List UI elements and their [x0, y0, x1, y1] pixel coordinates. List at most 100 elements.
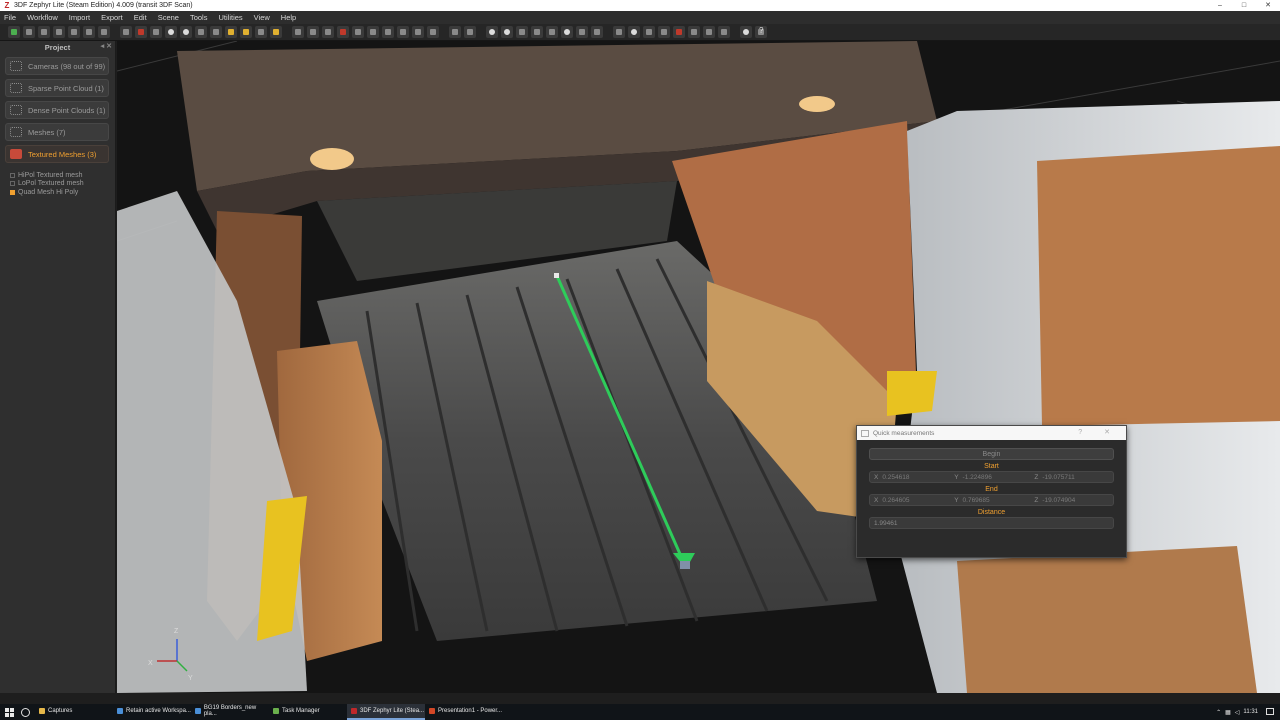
- mesh-checkbox[interactable]: [10, 189, 15, 195]
- open-project-icon[interactable]: [23, 26, 35, 38]
- clock[interactable]: 11:31: [1243, 709, 1258, 715]
- fit-view-icon[interactable]: [210, 26, 222, 38]
- measure-icon[interactable]: [628, 26, 640, 38]
- delete-select-icon[interactable]: [591, 26, 603, 38]
- help-icon[interactable]: ?: [755, 26, 767, 38]
- invert-select-icon[interactable]: [546, 26, 558, 38]
- end-y-field[interactable]: 0.769685: [963, 497, 990, 504]
- menu-tools[interactable]: Tools: [190, 13, 208, 22]
- cube-texture-icon[interactable]: [337, 26, 349, 38]
- mesh-checkbox[interactable]: [10, 172, 15, 178]
- maximize-button[interactable]: □: [1232, 0, 1256, 11]
- begin-measure-button[interactable]: Begin: [869, 448, 1114, 460]
- start-x-field[interactable]: 0.254618: [882, 474, 909, 481]
- taskbar-item-captures[interactable]: Captures: [35, 704, 113, 720]
- view-left-icon[interactable]: [382, 26, 394, 38]
- control-point-icon[interactable]: [643, 26, 655, 38]
- rotate-icon[interactable]: [180, 26, 192, 38]
- grow-select-icon[interactable]: [561, 26, 573, 38]
- box-select-icon[interactable]: [516, 26, 528, 38]
- shrink-select-icon[interactable]: [576, 26, 588, 38]
- new-project-icon[interactable]: [8, 26, 20, 38]
- distance-field[interactable]: 1.99461: [869, 517, 1114, 529]
- dialog-titlebar[interactable]: Quick measurements ? ✕: [857, 426, 1126, 440]
- network-icon[interactable]: ▦: [1225, 709, 1231, 716]
- project-item-cameras[interactable]: Cameras (98 out of 99): [5, 57, 109, 75]
- pivot-icon[interactable]: [240, 26, 252, 38]
- camera-tool-icon[interactable]: [83, 26, 95, 38]
- project-item-sparse-point-cloud[interactable]: Sparse Point Cloud (1): [5, 79, 109, 97]
- clip-box-icon[interactable]: [613, 26, 625, 38]
- triangle-icon[interactable]: [255, 26, 267, 38]
- minimize-button[interactable]: –: [1208, 0, 1232, 11]
- cube-solid-icon[interactable]: [322, 26, 334, 38]
- taskbar-item-task-manager[interactable]: Task Manager: [269, 704, 347, 720]
- view-right-icon[interactable]: [397, 26, 409, 38]
- render-icon[interactable]: [718, 26, 730, 38]
- start-button[interactable]: [0, 704, 18, 720]
- 3d-viewport[interactable]: Z X Y: [117, 41, 1280, 693]
- menu-import[interactable]: Import: [69, 13, 90, 22]
- menu-view[interactable]: View: [254, 13, 270, 22]
- animation-icon[interactable]: [688, 26, 700, 38]
- task-manager-icon: [273, 708, 279, 714]
- taskbar-item-powerpoint[interactable]: Presentation1 - Power...: [425, 704, 503, 720]
- menu-edit[interactable]: Edit: [134, 13, 147, 22]
- select-icon[interactable]: [486, 26, 498, 38]
- grid-dots-icon[interactable]: [292, 26, 304, 38]
- import-icon[interactable]: [68, 26, 80, 38]
- taskbar-item-bg19[interactable]: BG19 Borders_new pla...: [191, 704, 269, 720]
- orbit-icon[interactable]: [165, 26, 177, 38]
- texture-icon[interactable]: [135, 26, 147, 38]
- screenshot-icon[interactable]: [150, 26, 162, 38]
- cube-wire-icon[interactable]: [307, 26, 319, 38]
- project-item-meshes[interactable]: Meshes (7): [5, 123, 109, 141]
- end-z-field[interactable]: -19.074904: [1042, 497, 1075, 504]
- point-cloud-icon[interactable]: [98, 26, 110, 38]
- record-icon[interactable]: [673, 26, 685, 38]
- menu-scene[interactable]: Scene: [158, 13, 179, 22]
- notification-icon[interactable]: [1266, 708, 1274, 715]
- taskbar-item-retain[interactable]: Retain active Workspa...: [113, 704, 191, 720]
- frame-icon[interactable]: [195, 26, 207, 38]
- menu-utilities[interactable]: Utilities: [218, 13, 242, 22]
- project-item-textured-meshes[interactable]: Textured Meshes (3): [5, 145, 109, 163]
- filter-icon[interactable]: [703, 26, 715, 38]
- menu-file[interactable]: File: [4, 13, 16, 22]
- view-top-icon[interactable]: [412, 26, 424, 38]
- dialog-window-controls[interactable]: ? ✕: [1078, 428, 1120, 436]
- save-project-icon[interactable]: [38, 26, 50, 38]
- mesh-icon[interactable]: [120, 26, 132, 38]
- mesh-list-item[interactable]: HiPol Textured mesh: [10, 171, 115, 180]
- view-front-icon[interactable]: [352, 26, 364, 38]
- end-x-field[interactable]: 0.264605: [882, 497, 909, 504]
- view-bottom-icon[interactable]: [427, 26, 439, 38]
- cortana-icon[interactable]: [21, 707, 30, 717]
- start-y-field[interactable]: -1.224896: [963, 474, 992, 481]
- mesh-checkbox[interactable]: [10, 181, 15, 187]
- menu-workflow[interactable]: Workflow: [27, 13, 58, 22]
- project-item-dense-point-clouds[interactable]: Dense Point Clouds (1): [5, 101, 109, 119]
- vr-headset-icon[interactable]: [740, 26, 752, 38]
- undo-icon[interactable]: [449, 26, 461, 38]
- panel-close-icon[interactable]: ◂ ✕: [101, 42, 112, 50]
- tray-chevron-icon[interactable]: ⌃: [1216, 709, 1221, 716]
- volume-icon[interactable]: ◁: [1235, 709, 1240, 716]
- lasso-icon[interactable]: [501, 26, 513, 38]
- redo-icon[interactable]: [464, 26, 476, 38]
- mesh-list-item[interactable]: LoPol Textured mesh: [10, 180, 115, 189]
- pencil-icon[interactable]: [270, 26, 282, 38]
- close-button[interactable]: ✕: [1256, 0, 1280, 11]
- measurement-start-marker: [554, 273, 559, 278]
- start-z-field[interactable]: -19.075711: [1042, 474, 1074, 481]
- mesh-list-item[interactable]: Quad Mesh Hi Poly: [10, 188, 115, 197]
- menu-help[interactable]: Help: [281, 13, 296, 22]
- light-icon[interactable]: [225, 26, 237, 38]
- bounding-box-icon[interactable]: [658, 26, 670, 38]
- menu-export[interactable]: Export: [101, 13, 123, 22]
- taskbar-item-zephyr[interactable]: 3DF Zephyr Lite (Stea...: [347, 704, 425, 720]
- view-back-icon[interactable]: [367, 26, 379, 38]
- deselect-icon[interactable]: [531, 26, 543, 38]
- project-item-label: Sparse Point Cloud (1): [28, 83, 104, 93]
- export-icon[interactable]: [53, 26, 65, 38]
